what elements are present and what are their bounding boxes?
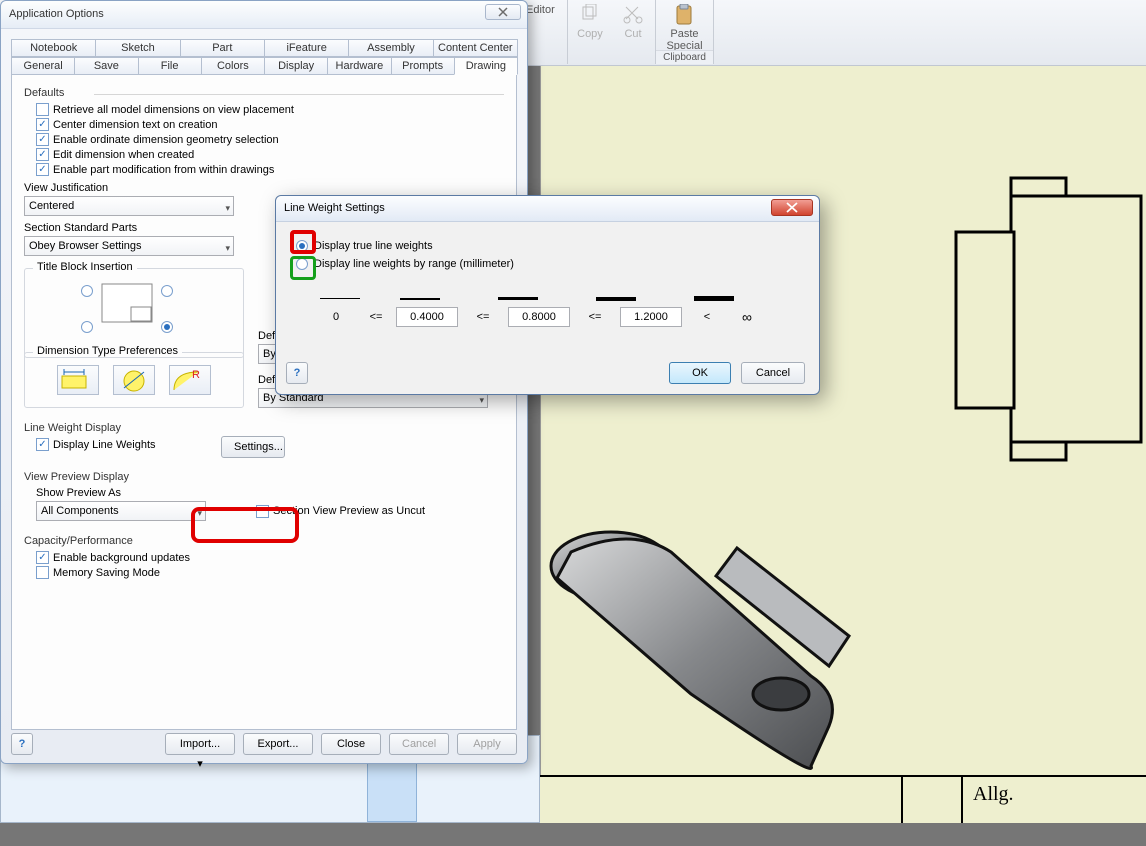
tab-general[interactable]: General (11, 57, 75, 75)
lw-title: Line Weight Settings (284, 202, 385, 214)
chk-editdim[interactable] (36, 148, 49, 161)
chk-display-lw[interactable] (36, 438, 49, 451)
import-button[interactable]: Import... ▾ (165, 733, 235, 755)
tab-body-drawing: Defaults Retrieve all model dimensions o… (11, 75, 517, 730)
tab-row-1: Notebook Sketch Part iFeature Assembly C… (11, 39, 517, 57)
close-button[interactable] (485, 4, 521, 20)
tab-notebook[interactable]: Notebook (11, 39, 96, 57)
range-field-1[interactable]: 0.4000 (396, 307, 458, 327)
dimtype-group: Dimension Type Preferences R (24, 352, 244, 408)
show-preview-as-label: Show Preview As (36, 487, 504, 499)
chk-partmod[interactable] (36, 163, 49, 176)
cut-button[interactable]: Cut (613, 0, 653, 48)
export-button[interactable]: Export... (243, 733, 313, 755)
chk-ordinate[interactable] (36, 133, 49, 146)
dimtype-radius-icon[interactable]: R (169, 365, 211, 395)
titleblock-bottom: Allg. (461, 775, 1146, 823)
radio-true-weights[interactable] (296, 240, 308, 252)
help-button[interactable]: ? (11, 733, 33, 755)
chk-retrieve[interactable] (36, 103, 49, 116)
paste-icon (674, 4, 696, 26)
copy-icon (580, 4, 600, 24)
dimtype-diameter-icon[interactable] (113, 365, 155, 395)
range-field-2[interactable]: 0.8000 (508, 307, 570, 327)
cancel-button-footer[interactable]: Cancel (389, 733, 449, 755)
close-icon (486, 5, 520, 19)
lw-ok-button[interactable]: OK (669, 362, 731, 384)
dimtype-linear-icon[interactable] (57, 365, 99, 395)
tab-sketch[interactable]: Sketch (95, 39, 180, 57)
radio-range-weights[interactable] (296, 258, 308, 270)
line-weight-settings-dialog: Line Weight Settings Display true line w… (275, 195, 820, 395)
paste-special-button[interactable]: Paste Special (658, 0, 712, 48)
lw-titlebar[interactable]: Line Weight Settings (276, 196, 819, 222)
lw-help-button[interactable]: ? (286, 362, 308, 384)
clipboard-group-label: Clipboard (656, 50, 713, 64)
view-preview-title: View Preview Display (24, 471, 504, 483)
tab-part[interactable]: Part (180, 39, 265, 57)
tab-file[interactable]: File (138, 57, 202, 75)
tab-assembly[interactable]: Assembly (348, 39, 433, 57)
dialog-title: Application Options (9, 8, 104, 20)
cut-icon (623, 4, 643, 24)
apply-button[interactable]: Apply (457, 733, 517, 755)
tab-hardware[interactable]: Hardware (327, 57, 391, 75)
titleblock-radio-tl[interactable] (81, 285, 93, 297)
lw-cancel-button[interactable]: Cancel (741, 362, 805, 384)
lw-close-button[interactable] (771, 199, 813, 216)
tab-row-2: General Save File Colors Display Hardwar… (11, 57, 517, 75)
view-justification-label: View Justification (24, 182, 504, 194)
chk-bg-updates[interactable] (36, 551, 49, 564)
settings-button[interactable]: Settings... (221, 436, 285, 458)
drawing-canvas[interactable]: Allg. (540, 66, 1146, 823)
titleblock-radio-tr[interactable] (161, 285, 173, 297)
editor-label: Editor (526, 4, 555, 16)
titleblock-radio-bl[interactable] (81, 321, 93, 333)
close-icon (772, 200, 812, 215)
close-button-footer[interactable]: Close (321, 733, 381, 755)
tab-drawing[interactable]: Drawing (454, 57, 518, 75)
lw-display-title: Line Weight Display (24, 422, 504, 434)
tab-display[interactable]: Display (264, 57, 328, 75)
tab-prompts[interactable]: Prompts (391, 57, 455, 75)
tab-ifeature[interactable]: iFeature (264, 39, 349, 57)
tab-content-center[interactable]: Content Center (433, 39, 518, 57)
svg-text:R: R (192, 369, 200, 381)
titleblock-radio-br[interactable] (161, 321, 173, 333)
dialog-titlebar[interactable]: Application Options (1, 1, 527, 29)
view-justification-combo[interactable]: Centered (24, 196, 234, 216)
chk-section-uncut[interactable] (256, 505, 269, 518)
range-field-3[interactable]: 1.2000 (620, 307, 682, 327)
copy-button[interactable]: Copy (570, 0, 610, 48)
titleblock-text: Allg. (961, 777, 1146, 823)
defaults-title: Defaults (24, 87, 504, 99)
tab-colors[interactable]: Colors (201, 57, 265, 75)
section-std-combo[interactable]: Obey Browser Settings (24, 236, 234, 256)
chk-memsave[interactable] (36, 566, 49, 579)
show-preview-as-combo[interactable]: All Components (36, 501, 206, 521)
tab-save[interactable]: Save (74, 57, 138, 75)
capacity-title: Capacity/Performance (24, 535, 504, 547)
titleblock-icon (101, 283, 153, 323)
chk-center[interactable] (36, 118, 49, 131)
